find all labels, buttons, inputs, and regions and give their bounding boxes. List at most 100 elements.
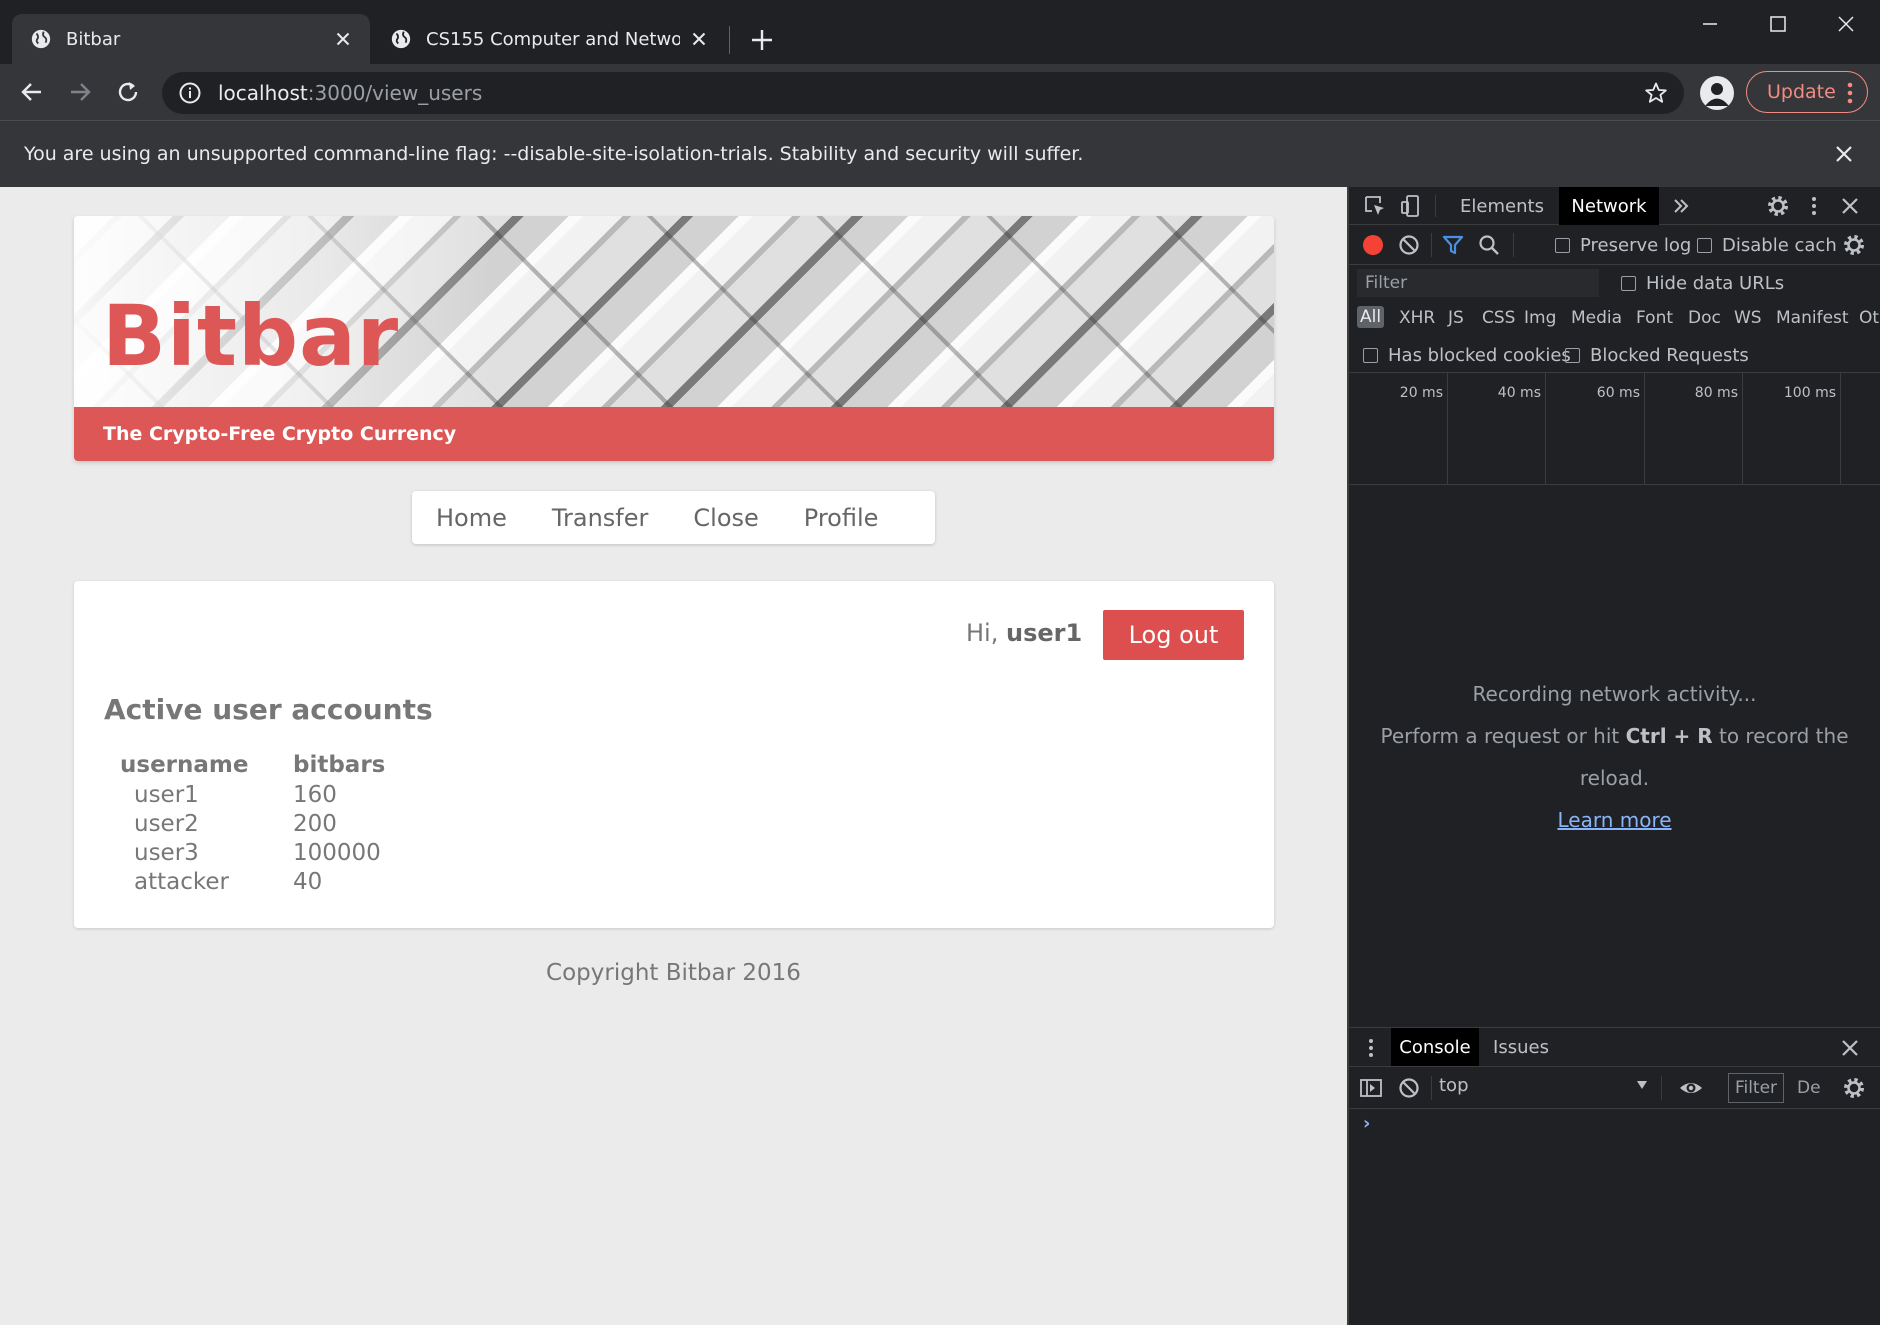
update-button[interactable]: Update — [1746, 71, 1868, 113]
profile-avatar[interactable] — [1700, 76, 1734, 110]
type-filter-img[interactable]: Img — [1524, 308, 1556, 328]
nav-transfer[interactable]: Transfer — [552, 504, 649, 532]
checkbox-label: Blocked Requests — [1590, 345, 1749, 366]
cell-username: attacker — [134, 868, 229, 895]
preserve-log-checkbox[interactable]: Preserve log — [1555, 235, 1691, 256]
type-filter-media[interactable]: Media — [1571, 308, 1622, 328]
type-filter-font[interactable]: Font — [1636, 308, 1673, 328]
tab-title: Bitbar — [66, 28, 121, 50]
tab-separator — [729, 26, 730, 54]
nav-home[interactable]: Home — [436, 504, 507, 532]
checkbox-box — [1621, 276, 1636, 291]
person-icon — [1705, 83, 1729, 106]
site-logo: Bitbar — [102, 287, 400, 385]
toolbar-divider — [1431, 1076, 1432, 1100]
inspect-element-icon[interactable] — [1363, 194, 1387, 218]
empty-state-line: Perform a request or hit Ctrl + R to rec… — [1349, 715, 1880, 757]
tagline: The Crypto-Free Crypto Currency — [103, 423, 457, 445]
checkbox-box — [1363, 348, 1378, 363]
type-filter-js[interactable]: JS — [1448, 308, 1464, 328]
column-header-bitbars: bitbars — [293, 751, 386, 778]
timeline-gridline — [1644, 373, 1645, 485]
back-button[interactable] — [12, 72, 52, 112]
type-filter-manifest[interactable]: Manifest — [1776, 308, 1849, 328]
type-filter-doc[interactable]: Doc — [1688, 308, 1721, 328]
info-icon[interactable] — [178, 81, 202, 105]
chevron-double-right-icon[interactable] — [1669, 194, 1693, 218]
tab-cs155[interactable]: CS155 Computer and Network Se — [372, 14, 726, 64]
blocked-requests-checkbox[interactable]: Blocked Requests — [1565, 345, 1749, 366]
console-prompt[interactable]: › — [1363, 1113, 1370, 1134]
tab-elements[interactable]: Elements — [1449, 187, 1555, 225]
more-vert-icon[interactable] — [1802, 194, 1826, 218]
filter-icon[interactable] — [1441, 233, 1465, 257]
toolbar-divider — [1661, 1076, 1662, 1100]
console-filter-input[interactable]: Filter — [1728, 1073, 1784, 1103]
checkbox-box — [1555, 238, 1570, 253]
tagline-bar: The Crypto-Free Crypto Currency — [74, 407, 1274, 461]
cell-username: user3 — [134, 839, 199, 866]
hide-data-urls-checkbox[interactable]: Hide data URLs — [1621, 273, 1784, 294]
maximize-button[interactable] — [1750, 6, 1806, 42]
current-username: user1 — [1005, 619, 1083, 647]
clear-console-icon[interactable] — [1397, 1076, 1421, 1100]
table-row: attacker 40 — [120, 867, 385, 896]
cell-bitbars: 160 — [293, 781, 337, 808]
checkbox-label: Has blocked cookies — [1388, 345, 1571, 366]
log-levels-dropdown[interactable]: De — [1797, 1078, 1821, 1098]
minimize-button[interactable] — [1682, 6, 1738, 42]
learn-more-link[interactable]: Learn more — [1557, 808, 1671, 832]
tab-network[interactable]: Network — [1559, 187, 1659, 225]
has-blocked-cookies-checkbox[interactable]: Has blocked cookies — [1363, 345, 1571, 366]
star-icon[interactable] — [1644, 81, 1668, 105]
keyboard-shortcut: Ctrl + R — [1625, 724, 1713, 748]
more-vert-icon[interactable] — [1359, 1036, 1383, 1060]
reload-icon — [118, 82, 138, 102]
clear-icon[interactable] — [1397, 233, 1421, 257]
network-overview-timeline[interactable]: 20 ms 40 ms 60 ms 80 ms 100 ms — [1349, 373, 1880, 485]
close-window-button[interactable] — [1818, 6, 1874, 42]
eye-icon[interactable] — [1679, 1076, 1703, 1100]
network-empty-state: Recording network activity... Perform a … — [1349, 673, 1880, 841]
toolbar-divider — [1513, 233, 1514, 257]
section-title: Active user accounts — [104, 693, 433, 726]
timeline-gridline — [1840, 373, 1841, 485]
filter-input[interactable]: Filter — [1357, 269, 1599, 297]
gear-icon[interactable] — [1842, 233, 1866, 257]
type-filter-other[interactable]: Ot — [1859, 308, 1879, 328]
checkbox-box — [1697, 238, 1712, 253]
device-toolbar-icon[interactable] — [1399, 194, 1423, 218]
type-filter-xhr[interactable]: XHR — [1399, 308, 1435, 328]
sidebar-toggle-icon[interactable] — [1359, 1076, 1383, 1100]
close-tab-icon[interactable] — [332, 28, 354, 50]
greeting-prefix: Hi, — [966, 619, 999, 647]
nav-close[interactable]: Close — [693, 504, 758, 532]
tab-issues[interactable]: Issues — [1485, 1028, 1557, 1066]
close-icon[interactable] — [1838, 194, 1862, 218]
type-filter-ws[interactable]: WS — [1734, 308, 1762, 328]
empty-state-line: Recording network activity... — [1472, 682, 1757, 706]
cell-bitbars: 200 — [293, 810, 337, 837]
record-icon[interactable] — [1361, 233, 1385, 257]
gear-icon[interactable] — [1766, 194, 1790, 218]
type-filter-css[interactable]: CSS — [1482, 308, 1515, 328]
new-tab-icon[interactable] — [746, 24, 778, 56]
context-selector[interactable]: top — [1439, 1075, 1639, 1101]
tab-bitbar[interactable]: Bitbar — [12, 14, 370, 64]
close-tab-icon[interactable] — [688, 28, 710, 50]
type-filter-all[interactable]: All — [1357, 306, 1385, 328]
reload-button[interactable] — [108, 72, 148, 112]
close-icon[interactable] — [1832, 142, 1856, 166]
nav-profile[interactable]: Profile — [804, 504, 879, 532]
network-toolbar: Preserve log Disable cach — [1349, 225, 1880, 265]
context-value: top — [1439, 1075, 1469, 1096]
address-bar[interactable]: localhost:3000/view_users — [162, 72, 1684, 114]
search-icon[interactable] — [1477, 233, 1501, 257]
logout-button[interactable]: Log out — [1103, 610, 1244, 660]
close-icon[interactable] — [1838, 1036, 1862, 1060]
devtools-panel: Elements Network Preserve log Disable ca… — [1349, 187, 1880, 1325]
tab-console[interactable]: Console — [1391, 1028, 1479, 1066]
more-vert-icon — [1847, 82, 1853, 104]
forward-button[interactable] — [60, 72, 100, 112]
gear-icon[interactable] — [1842, 1076, 1866, 1100]
